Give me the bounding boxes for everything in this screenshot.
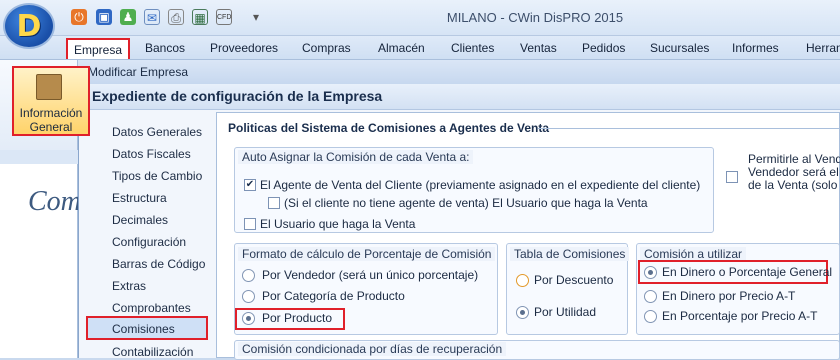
building-info-icon bbox=[36, 74, 62, 100]
menu-informes[interactable]: Informes bbox=[732, 41, 779, 55]
permitir-vendedor-checkbox[interactable] bbox=[726, 171, 738, 183]
nav-comprobantes[interactable]: Comprobantes bbox=[112, 301, 191, 315]
config-header: Expediente de configuración de la Empres… bbox=[78, 84, 840, 110]
por-categoria-label: Por Categoría de Producto bbox=[262, 289, 405, 303]
usuario-fallback-label: (Si el cliente no tiene agente de venta)… bbox=[284, 196, 648, 210]
menu-almacen[interactable]: Almacén bbox=[378, 41, 425, 55]
menu-ventas[interactable]: Ventas bbox=[520, 41, 557, 55]
left-panel-text: Com bbox=[28, 186, 81, 217]
menu-bar: Empresa Bancos Proveedores Compras Almac… bbox=[0, 36, 840, 60]
nav-datos-generales[interactable]: Datos Generales bbox=[112, 125, 202, 139]
left-panel bbox=[0, 150, 78, 358]
por-descuento-radio[interactable] bbox=[516, 274, 529, 287]
menu-sucursales[interactable]: Sucursales bbox=[650, 41, 709, 55]
nav-estructura[interactable]: Estructura bbox=[112, 191, 167, 205]
info-button-label-2: General bbox=[29, 120, 73, 134]
condicionada-title: Comisión condicionada por días de recupe… bbox=[238, 342, 507, 356]
dinero-porcentaje-label: En Dinero o Porcentaje General bbox=[662, 265, 833, 279]
por-utilidad-radio[interactable] bbox=[516, 306, 529, 319]
nav-configuracion[interactable]: Configuración bbox=[112, 235, 186, 249]
menu-compras[interactable]: Compras bbox=[302, 41, 351, 55]
auto-assign-title: Auto Asignar la Comisión de cada Venta a… bbox=[238, 150, 474, 164]
menu-proveedores[interactable]: Proveedores bbox=[210, 41, 278, 55]
nav-decimales[interactable]: Decimales bbox=[112, 213, 168, 227]
menu-herramientas[interactable]: Herram bbox=[806, 41, 840, 55]
dinero-precio-radio[interactable] bbox=[644, 290, 657, 303]
window-title: MILANO - CWin DisPRO 2015 bbox=[446, 10, 624, 25]
nav-contabilizacion[interactable]: Contabilización bbox=[112, 345, 193, 359]
por-descuento-label: Por Descuento bbox=[534, 273, 614, 287]
agente-cliente-label: El Agente de Venta del Cliente (previame… bbox=[260, 178, 701, 192]
section-divider bbox=[538, 128, 840, 129]
dinero-porcentaje-radio[interactable] bbox=[644, 266, 657, 279]
usuario-venta-checkbox[interactable] bbox=[244, 218, 256, 230]
usuario-venta-label: El Usuario que haga la Venta bbox=[260, 217, 416, 231]
nav-comisiones[interactable]: Comisiones bbox=[86, 316, 208, 340]
permit-line-1: Permitirle al Vended bbox=[748, 152, 840, 166]
menu-bancos[interactable]: Bancos bbox=[145, 41, 185, 55]
nav-barras-de-codigo[interactable]: Barras de Código bbox=[112, 257, 205, 271]
info-button-label-1: Información bbox=[19, 106, 83, 120]
porcentaje-precio-label: En Porcentaje por Precio A-T bbox=[662, 309, 818, 323]
tabla-title: Tabla de Comisiones bbox=[510, 247, 630, 261]
left-panel-header bbox=[0, 150, 78, 164]
formato-title: Formato de cálculo de Porcentaje de Comi… bbox=[238, 247, 496, 261]
por-producto-label: Por Producto bbox=[262, 311, 333, 325]
por-utilidad-label: Por Utilidad bbox=[534, 305, 597, 319]
por-categoria-radio[interactable] bbox=[242, 290, 255, 303]
nav-datos-fiscales[interactable]: Datos Fiscales bbox=[112, 147, 191, 161]
permit-line-2: Vendedor será el c bbox=[748, 165, 840, 179]
por-vendedor-radio[interactable] bbox=[242, 269, 255, 282]
app-menu-button[interactable]: D bbox=[3, 3, 55, 49]
por-producto-radio[interactable] bbox=[242, 312, 255, 325]
porcentaje-precio-radio[interactable] bbox=[644, 310, 657, 323]
permit-line-3: de la Venta (solo e bbox=[748, 178, 840, 192]
por-vendedor-label: Por Vendedor (será un único porcentaje) bbox=[262, 268, 479, 282]
menu-empresa[interactable]: Empresa bbox=[66, 38, 130, 59]
menu-pedidos[interactable]: Pedidos bbox=[582, 41, 625, 55]
app-logo: D bbox=[16, 8, 42, 44]
modal-title: Modificar Empresa bbox=[78, 60, 840, 84]
usuario-fallback-checkbox[interactable] bbox=[268, 197, 280, 209]
nav-tipos-de-cambio[interactable]: Tipos de Cambio bbox=[112, 169, 202, 183]
menu-clientes[interactable]: Clientes bbox=[451, 41, 494, 55]
nav-extras[interactable]: Extras bbox=[112, 279, 146, 293]
agente-cliente-checkbox[interactable]: ✔ bbox=[244, 179, 256, 191]
comision-title: Comisión a utilizar bbox=[640, 247, 747, 261]
dinero-precio-label: En Dinero por Precio A-T bbox=[662, 289, 796, 303]
section-title: Politicas del Sistema de Comisiones a Ag… bbox=[228, 121, 549, 135]
